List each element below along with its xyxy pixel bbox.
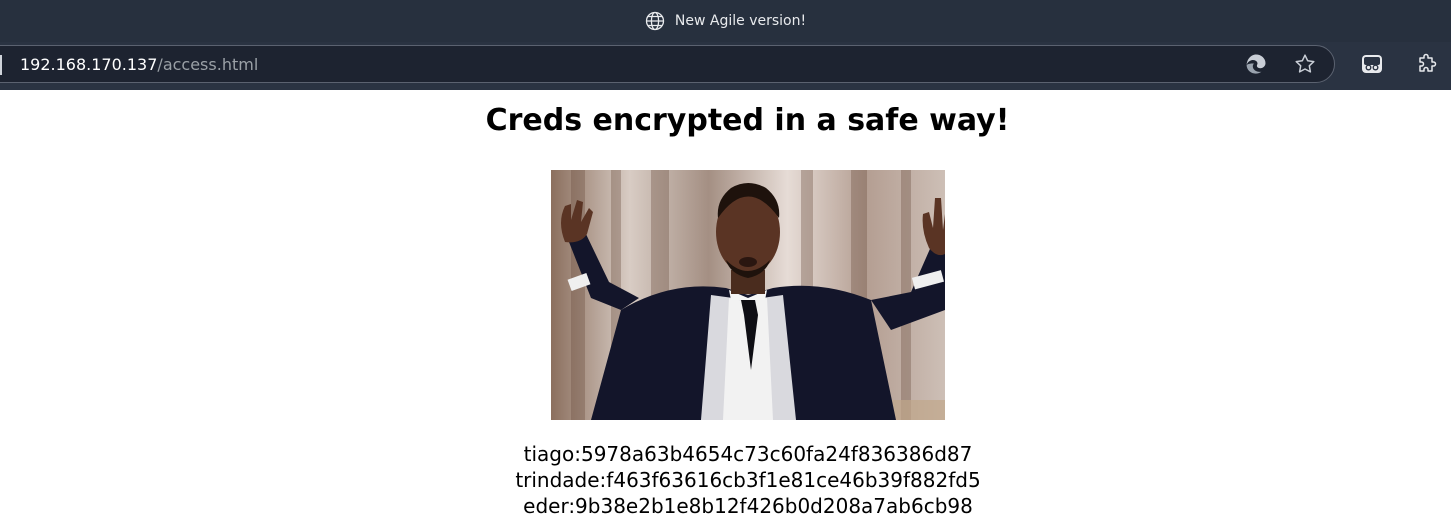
edge-browser-icon[interactable] (1244, 52, 1268, 76)
credential-line: tiago:5978a63b4654c73c60fa24f836386d87 (523, 442, 973, 466)
url-path: /access.html (157, 55, 259, 74)
extension-icon[interactable] (1360, 52, 1384, 76)
favorite-star-icon[interactable] (1293, 52, 1317, 76)
credential-line: eder:9b38e2b1e8b12f426b0d208a7ab6cb98 (523, 494, 973, 518)
credentials-list: tiago:5978a63b4654c73c60fa24f836386d87 t… (0, 441, 1451, 519)
page-heading: Creds encrypted in a safe way! (485, 103, 1010, 138)
text-caret (0, 55, 2, 75)
active-tab[interactable]: New Agile version! (0, 0, 1451, 42)
tab-title: New Agile version! (674, 13, 807, 29)
credential-line: trindade:f463f63616cb3f1e81ce46b39f882fd… (515, 468, 981, 492)
url-host: 192.168.170.137 (20, 55, 158, 74)
browser-chrome: New Agile version! 192.168.170.137/acces… (0, 0, 1451, 90)
globe-icon (645, 11, 665, 31)
extensions-puzzle-icon[interactable] (1415, 52, 1439, 76)
url-field[interactable]: 192.168.170.137/access.html (20, 54, 258, 76)
meme-photo (551, 170, 945, 420)
